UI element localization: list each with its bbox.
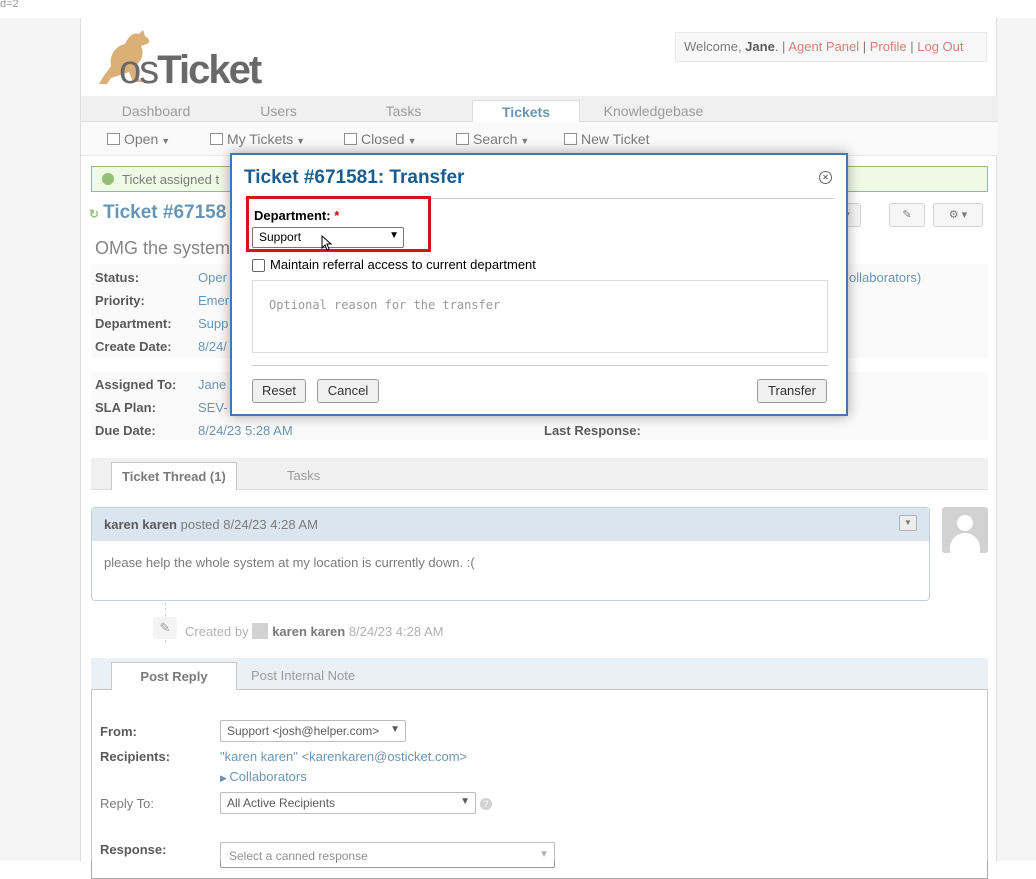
close-icon[interactable]: ✕	[819, 171, 832, 184]
department-select-value: Support	[259, 230, 302, 244]
department-field-label: Department: *	[254, 208, 339, 223]
url-strip: d=2	[0, 0, 1036, 18]
transfer-button[interactable]: Transfer	[757, 379, 827, 403]
url-fragment: d=2	[0, 0, 19, 10]
referral-checkbox[interactable]	[252, 259, 265, 272]
dialog-title: Ticket #671581: Transfer	[244, 167, 465, 188]
required-mark: *	[334, 208, 340, 223]
divider	[252, 365, 828, 366]
transfer-dialog: Ticket #671581: Transfer ✕ Department: *…	[230, 153, 848, 416]
transfer-reason-textarea[interactable]: Optional reason for the transfer	[252, 280, 828, 353]
department-label-text: Department:	[254, 208, 331, 223]
reset-button[interactable]: Reset	[252, 379, 306, 403]
cancel-button[interactable]: Cancel	[317, 379, 379, 403]
chevron-down-icon: ▼	[389, 230, 399, 241]
referral-checkbox-label: Maintain referral access to current depa…	[270, 257, 536, 272]
mouse-cursor-icon	[321, 235, 333, 251]
modal-overlay	[0, 18, 1036, 861]
